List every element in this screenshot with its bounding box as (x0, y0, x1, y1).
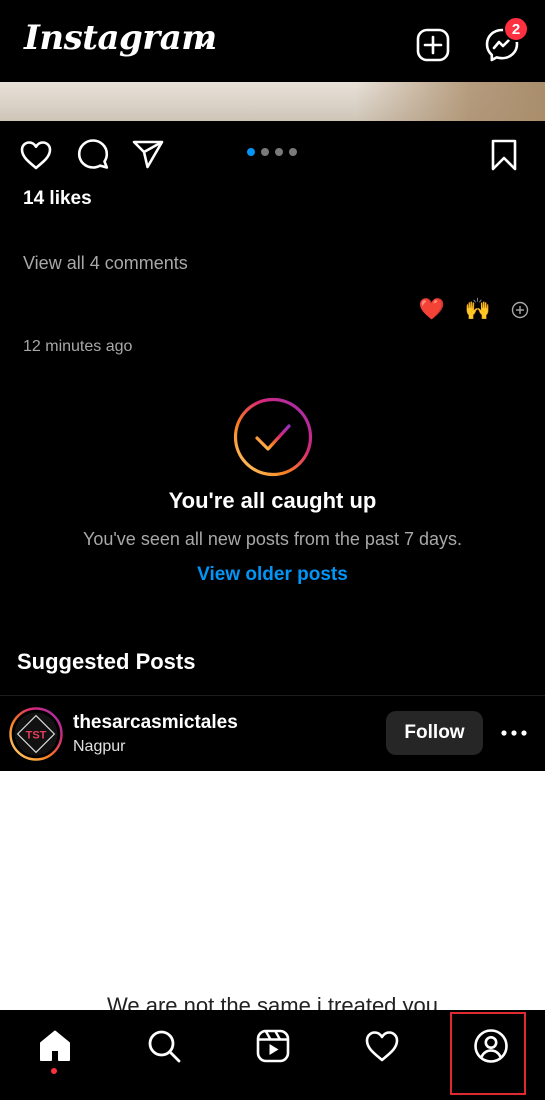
follow-button[interactable]: Follow (386, 711, 483, 755)
reels-icon (256, 1029, 289, 1063)
caught-up-subtitle: You've seen all new posts from the past … (83, 529, 462, 549)
carousel-indicator (247, 148, 297, 156)
nav-search[interactable] (109, 1010, 218, 1100)
suggested-post-header: TST thesarcasmictales Nagpur Follow (0, 696, 545, 771)
likes-count[interactable]: 14 likes (23, 188, 92, 210)
nav-reels[interactable] (218, 1010, 327, 1100)
nav-profile[interactable] (436, 1010, 545, 1100)
carousel-dot (261, 148, 269, 156)
nav-activity[interactable] (327, 1010, 436, 1100)
reaction-raised-hands[interactable]: 🙌 (465, 298, 491, 322)
share-send-icon[interactable] (131, 138, 165, 172)
search-icon (148, 1030, 180, 1063)
add-reaction-icon[interactable] (511, 301, 529, 319)
chevron-down-icon[interactable] (196, 36, 210, 50)
caught-up-title: You're all caught up (168, 488, 377, 513)
profile-icon (473, 1029, 508, 1063)
carousel-dot (275, 148, 283, 156)
suggested-post-image[interactable]: We are not the same i treated you (0, 771, 545, 1011)
carousel-dot (289, 148, 297, 156)
create-post-icon[interactable] (415, 27, 451, 63)
avatar[interactable]: TST (9, 707, 63, 761)
home-notification-dot (51, 1068, 57, 1074)
svg-text:TST: TST (26, 730, 47, 742)
suggested-posts-heading: Suggested Posts (17, 649, 196, 674)
suggested-post-caption: We are not the same i treated you (107, 993, 438, 1011)
suggested-username[interactable]: thesarcasmictales (73, 712, 238, 734)
bottom-navigation (0, 1010, 545, 1100)
message-count-badge: 2 (503, 16, 529, 42)
post-timestamp: 12 minutes ago (23, 338, 133, 355)
instagram-logo[interactable]: Instagram (24, 18, 217, 58)
comment-icon[interactable] (76, 138, 110, 172)
quick-reactions: ❤️ 🙌 (419, 298, 529, 322)
post-image[interactable] (0, 82, 545, 121)
bookmark-icon[interactable] (487, 138, 521, 172)
heart-icon (365, 1031, 398, 1062)
more-options-icon[interactable] (498, 723, 530, 743)
home-icon (39, 1030, 70, 1061)
caught-up-check-icon (233, 397, 313, 477)
nav-home[interactable] (0, 1010, 109, 1100)
top-app-bar: Instagram 2 (0, 0, 545, 82)
view-all-comments-link[interactable]: View all 4 comments (23, 253, 188, 274)
carousel-dot (247, 148, 255, 156)
like-heart-icon[interactable] (19, 138, 53, 172)
suggested-location[interactable]: Nagpur (73, 738, 125, 756)
view-older-posts-link[interactable]: View older posts (0, 564, 545, 586)
reaction-heart[interactable]: ❤️ (419, 298, 445, 322)
post-action-row (0, 130, 545, 182)
